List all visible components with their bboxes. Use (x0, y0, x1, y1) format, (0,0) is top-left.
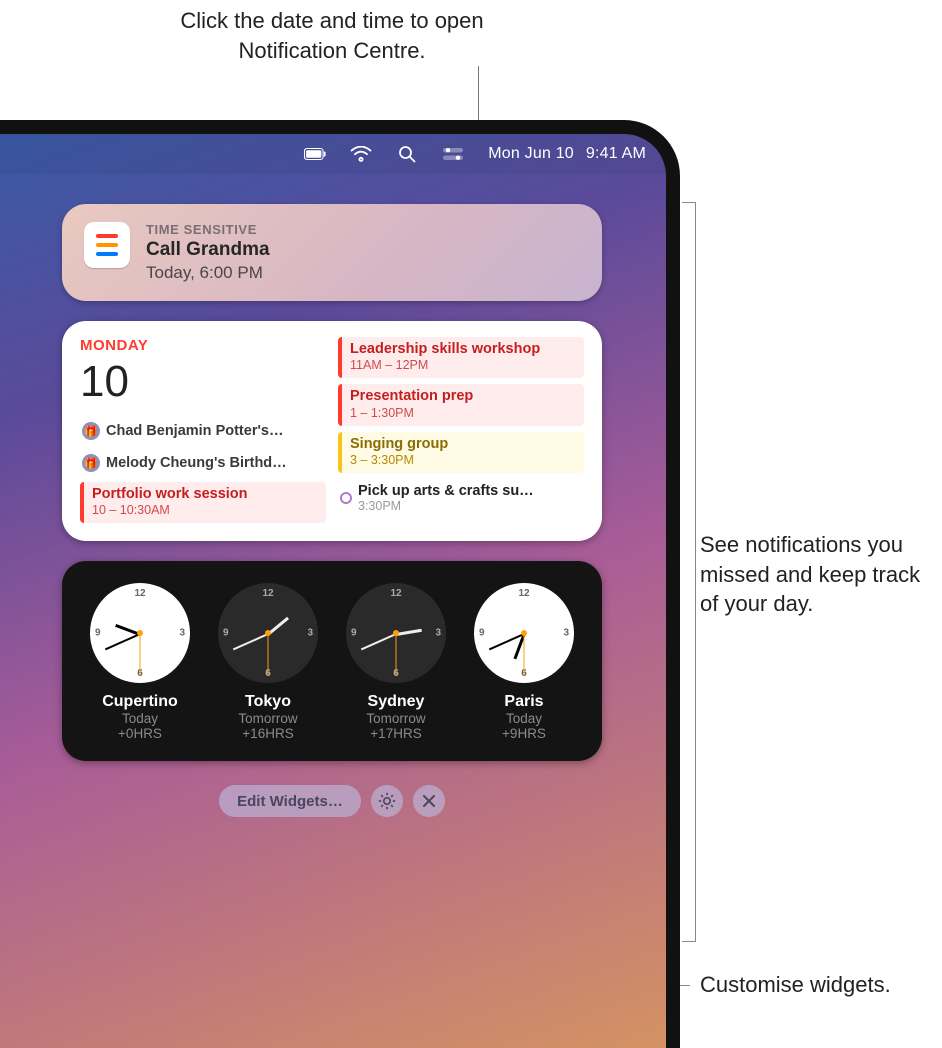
menu-bar: Mon Jun 10 9:41 AM (0, 134, 666, 174)
menubar-date-time[interactable]: Mon Jun 10 9:41 AM (488, 145, 646, 163)
close-icon (422, 794, 436, 808)
callout-right: See notifications you missed and keep tr… (700, 530, 930, 619)
clock-city: Cupertino (102, 693, 178, 711)
world-clock-item: 12369 SydneyTomorrow+17HRS (336, 583, 456, 741)
widget-edit-bar: Edit Widgets… (62, 785, 602, 817)
clock-day: Today (506, 711, 542, 726)
calendar-day-label: MONDAY (80, 337, 326, 354)
world-clock-item: 12369 TokyoTomorrow+16HRS (208, 583, 328, 741)
calendar-event: Singing group 3 – 3:30PM (338, 432, 584, 473)
clock-city: Sydney (368, 693, 425, 711)
calendar-event: Pick up arts & crafts su… 3:30PM (338, 479, 584, 517)
clock-offset: +9HRS (502, 726, 546, 741)
clock-day: Tomorrow (366, 711, 425, 726)
clock-face: 12369 (90, 583, 190, 683)
menubar-time: 9:41 AM (586, 145, 646, 163)
gear-icon (378, 792, 396, 810)
battery-icon[interactable] (304, 145, 326, 163)
clock-offset: +17HRS (370, 726, 421, 741)
calendar-widget[interactable]: MONDAY 10 🎁Chad Benjamin Potter's… 🎁Melo… (62, 321, 602, 541)
notification-title: Call Grandma (146, 239, 270, 261)
settings-button[interactable] (371, 785, 403, 817)
clock-day: Tomorrow (238, 711, 297, 726)
calendar-event: Leadership skills workshop 11AM – 12PM (338, 337, 584, 378)
notification-subtitle: Today, 6:00 PM (146, 263, 270, 283)
calendar-day-number: 10 (80, 360, 326, 404)
callout-top: Click the date and time to open Notifica… (152, 6, 512, 65)
menubar-date: Mon Jun 10 (488, 145, 574, 163)
clock-city: Paris (504, 693, 543, 711)
clock-offset: +0HRS (118, 726, 162, 741)
clock-city: Tokyo (245, 693, 291, 711)
world-clock-item: 12369 ParisToday+9HRS (464, 583, 584, 741)
close-button[interactable] (413, 785, 445, 817)
birthday-row: 🎁Melody Cheung's Birthd… (80, 450, 326, 476)
wifi-icon[interactable] (350, 145, 372, 163)
notification-tag: TIME SENSITIVE (146, 222, 270, 237)
notification-centre: TIME SENSITIVE Call Grandma Today, 6:00 … (62, 204, 602, 817)
calendar-event: Presentation prep 1 – 1:30PM (338, 384, 584, 425)
reminder-notification[interactable]: TIME SENSITIVE Call Grandma Today, 6:00 … (62, 204, 602, 301)
gift-icon: 🎁 (82, 422, 100, 440)
clock-face: 12369 (346, 583, 446, 683)
calendar-event: Portfolio work session 10 – 10:30AM (80, 482, 326, 523)
clock-day: Today (122, 711, 158, 726)
birthday-row: 🎁Chad Benjamin Potter's… (80, 418, 326, 444)
control-centre-icon[interactable] (442, 145, 464, 163)
clock-face: 12369 (474, 583, 574, 683)
reminders-app-icon (84, 222, 130, 268)
circle-icon (340, 492, 352, 504)
callout-bottom: Customise widgets. (700, 970, 930, 1000)
spotlight-icon[interactable] (396, 145, 418, 163)
world-clock-item: 12369 CupertinoToday+0HRS (80, 583, 200, 741)
bracket-line (682, 202, 696, 942)
world-clock-widget[interactable]: 12369CupertinoToday+0HRS12369TokyoTomorr… (62, 561, 602, 761)
device-frame: Mon Jun 10 9:41 AM TIME SENSITIVE Call G… (0, 120, 680, 1048)
gift-icon: 🎁 (82, 454, 100, 472)
edit-widgets-button[interactable]: Edit Widgets… (219, 785, 361, 817)
clock-offset: +16HRS (242, 726, 293, 741)
clock-face: 12369 (218, 583, 318, 683)
